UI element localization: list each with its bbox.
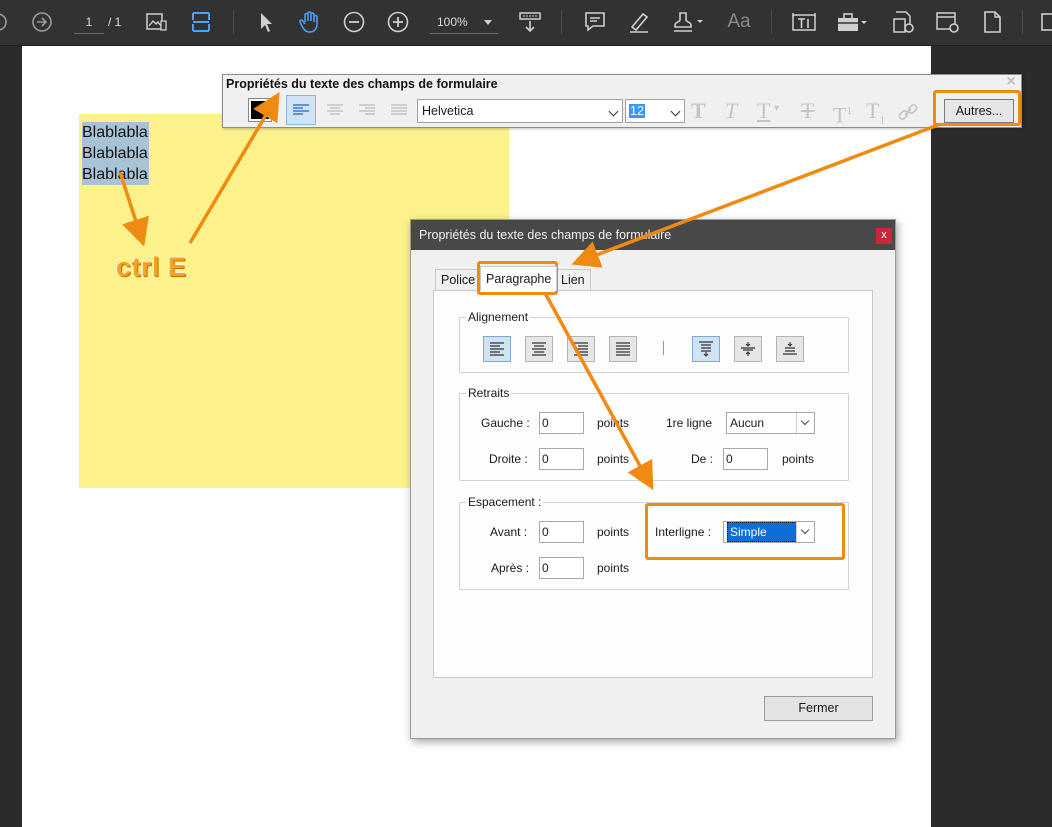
- after-input[interactable]: 0: [539, 557, 584, 579]
- interligne-highlight-box: [645, 503, 845, 560]
- dialog-titlebar[interactable]: Propriétés du texte des champs de formul…: [411, 220, 895, 250]
- strikethrough-icon[interactable]: T: [801, 99, 814, 123]
- align-center-button[interactable]: [320, 95, 350, 125]
- toolbar-divider: [1022, 10, 1023, 34]
- left-indent-input[interactable]: 0: [539, 412, 584, 434]
- toolbox-icon[interactable]: [835, 8, 869, 36]
- shortcut-annotation: ctrl E: [116, 252, 187, 282]
- chevron-down-icon: [670, 106, 681, 117]
- chevron-down-icon: [608, 106, 619, 117]
- italic-icon[interactable]: T: [725, 99, 737, 123]
- settings-icon[interactable]: [934, 8, 962, 36]
- left-indent-label: Gauche :: [481, 416, 530, 430]
- zoom-in-icon[interactable]: [385, 8, 411, 36]
- chevron-down-icon: [796, 413, 814, 433]
- valign-middle-button[interactable]: [734, 336, 762, 362]
- align-right-button[interactable]: [352, 95, 382, 125]
- form-settings-icon[interactable]: [890, 8, 918, 36]
- select-icon[interactable]: [254, 8, 278, 36]
- page-total-label: / 1: [108, 15, 122, 29]
- first-line-value: Aucun: [730, 416, 765, 430]
- text-properties-toolbar: Propriétés du texte des champs de formul…: [222, 74, 1022, 128]
- text-color-swatch[interactable]: [248, 98, 272, 122]
- font-size-value: 12: [629, 104, 645, 118]
- field-line: Blablabla: [82, 143, 149, 164]
- zoom-value: 100%: [437, 15, 468, 29]
- superscript-icon[interactable]: T1: [833, 99, 852, 127]
- field-line: Blablabla: [82, 122, 149, 143]
- dialog-title: Propriétés du texte des champs de formul…: [419, 228, 672, 242]
- indents-label: Retraits: [466, 386, 512, 400]
- subscript-icon[interactable]: T1: [866, 99, 885, 127]
- font-select[interactable]: Helvetica: [417, 99, 623, 123]
- thumbnails-icon[interactable]: [144, 8, 168, 36]
- main-toolbar: 1 / 1 100% Aa: [0, 0, 1052, 46]
- align-right-button[interactable]: [567, 336, 595, 362]
- font-size-select[interactable]: 12: [625, 99, 685, 123]
- document-icon[interactable]: [979, 8, 1005, 36]
- valign-top-button[interactable]: [692, 336, 720, 362]
- page-number-input[interactable]: 1: [74, 10, 104, 34]
- back-icon[interactable]: [0, 8, 10, 36]
- font-value: Helvetica: [422, 104, 474, 118]
- close-dialog-button[interactable]: Fermer: [764, 696, 873, 721]
- bold-icon[interactable]: T: [691, 99, 706, 123]
- highlight-icon[interactable]: [626, 8, 652, 36]
- download-icon[interactable]: [517, 8, 543, 36]
- right-indent-input[interactable]: 0: [539, 448, 584, 470]
- alignment-label: Alignement: [466, 310, 531, 324]
- text-field-icon[interactable]: [790, 8, 818, 36]
- text-properties-dialog: Propriétés du texte des champs de formul…: [410, 219, 896, 739]
- first-line-label: 1re ligne: [666, 416, 713, 430]
- toolbar-divider: [771, 10, 772, 34]
- indents-group: Retraits: [459, 386, 849, 481]
- align-center-button[interactable]: [525, 336, 553, 362]
- props-toolbar-title: Propriétés du texte des champs de formul…: [226, 77, 498, 91]
- tab-lien[interactable]: Lien: [556, 269, 591, 290]
- text-size-icon[interactable]: Aa: [724, 8, 754, 36]
- toolbar-divider: [233, 10, 234, 34]
- underline-icon[interactable]: T: [757, 99, 770, 123]
- alignment-divider: [663, 341, 664, 355]
- chevron-down-icon: [484, 20, 492, 25]
- tab-police[interactable]: Police: [435, 269, 482, 290]
- tab-paragraphe[interactable]: Paragraphe: [480, 266, 558, 291]
- field-line: Blablabla: [82, 164, 149, 185]
- before-input[interactable]: 0: [539, 521, 584, 543]
- spacing-label: Espacement :: [466, 495, 544, 509]
- autres-highlight-box: [933, 90, 1021, 126]
- valign-bottom-button[interactable]: [776, 336, 804, 362]
- by-label: De :: [691, 452, 714, 466]
- align-justify-button[interactable]: [609, 336, 637, 362]
- unit-label: points: [597, 416, 630, 430]
- align-left-button[interactable]: [483, 336, 511, 362]
- toolbar-divider: [561, 10, 562, 34]
- unit-label: points: [597, 525, 630, 539]
- zoom-out-icon[interactable]: [341, 8, 367, 36]
- link-icon[interactable]: [893, 97, 923, 127]
- first-line-select[interactable]: Aucun: [726, 412, 815, 434]
- right-indent-label: Droite :: [489, 452, 528, 466]
- before-label: Avant :: [490, 525, 528, 539]
- stamp-icon[interactable]: [670, 8, 706, 36]
- zoom-select[interactable]: 100%: [430, 10, 498, 34]
- chevron-down-icon[interactable]: ▾: [774, 97, 779, 121]
- by-input[interactable]: 0: [723, 448, 768, 470]
- fit-width-icon[interactable]: [189, 8, 213, 36]
- align-left-button[interactable]: [286, 95, 316, 125]
- paragraph-tab-panel: Alignement Retraits Gauche : 0 points 1r…: [433, 290, 873, 678]
- align-justify-button[interactable]: [384, 95, 414, 125]
- after-label: Après :: [491, 561, 530, 575]
- more-tools-icon[interactable]: [1038, 8, 1052, 36]
- close-icon[interactable]: ×: [1004, 74, 1018, 90]
- close-button[interactable]: x: [876, 228, 892, 244]
- comment-icon[interactable]: [582, 8, 608, 36]
- hand-icon[interactable]: [297, 8, 323, 36]
- unit-label: points: [597, 561, 630, 575]
- field-text[interactable]: Blablabla Blablabla Blablabla: [82, 122, 149, 185]
- unit-label: points: [597, 452, 630, 466]
- unit-label: points: [782, 452, 815, 466]
- forward-icon[interactable]: [30, 8, 54, 36]
